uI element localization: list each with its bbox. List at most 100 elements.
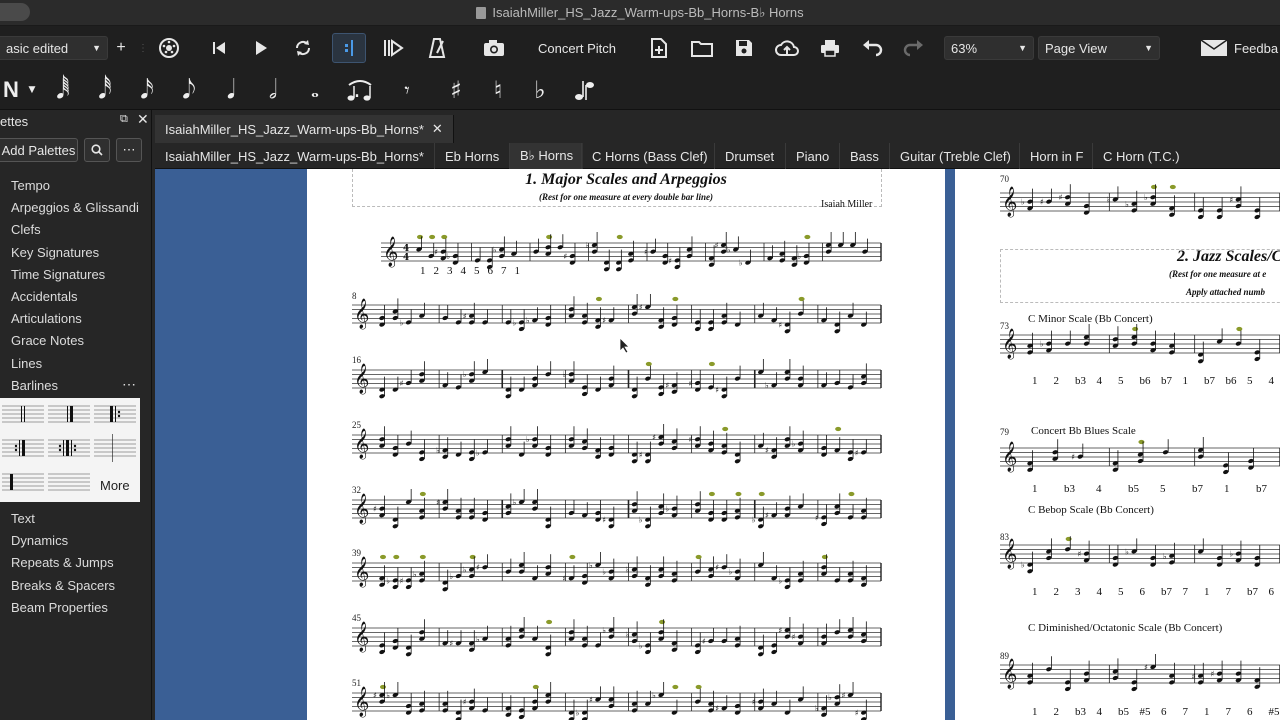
part-tab-eb-horns[interactable]: Eb Horns bbox=[434, 143, 509, 169]
close-icon[interactable]: ✕ bbox=[432, 121, 443, 137]
more-barlines-button[interactable]: More bbox=[100, 478, 130, 493]
part-tab-bass[interactable]: Bass bbox=[839, 143, 889, 169]
score-tab[interactable]: IsaiahMiller_HS_Jazz_Warm-ups-Bb_Horns* ✕ bbox=[155, 115, 454, 143]
16th-note-icon[interactable]: 𝅘𝅥𝅯 bbox=[134, 70, 160, 110]
chevron-down-icon[interactable]: ▼ bbox=[26, 70, 38, 110]
barlines-menu-button[interactable]: ⋯ bbox=[122, 376, 136, 393]
part-tab-bb-horns[interactable]: B♭ Horns bbox=[509, 143, 584, 169]
palette-text[interactable]: Text bbox=[11, 509, 35, 529]
workspace-select[interactable]: asic edited ▼ bbox=[0, 36, 108, 60]
print-icon[interactable] bbox=[816, 26, 844, 70]
palette-beam-properties[interactable]: Beam Properties bbox=[11, 598, 108, 618]
staff: 𝄞 ♭ ♯ ♯ ♭ ♭ ♭ ♯ bbox=[1000, 184, 1280, 220]
rest-icon[interactable]: 𝄾 bbox=[392, 70, 422, 110]
undo-icon[interactable] bbox=[858, 26, 886, 70]
part-tab-c-horns[interactable]: C Horns (Bass Clef) bbox=[581, 143, 718, 169]
palette-lines[interactable]: Lines bbox=[11, 354, 42, 374]
accidental: ♭ bbox=[463, 370, 467, 379]
scale-degree: b6 bbox=[1139, 375, 1151, 387]
accidental: ♯ bbox=[476, 563, 480, 572]
highlighted-notehead bbox=[722, 426, 729, 432]
rewind-icon[interactable] bbox=[206, 26, 232, 70]
accidental: ♯ bbox=[841, 691, 845, 700]
palette-articulations[interactable]: Articulations bbox=[11, 309, 82, 329]
document-icon bbox=[476, 6, 487, 19]
part-tab-guitar[interactable]: Guitar (Treble Clef) bbox=[889, 143, 1021, 169]
highlighted-notehead bbox=[546, 234, 553, 240]
scale-degree: 4 bbox=[1096, 375, 1103, 387]
scale-degree: b7 bbox=[1247, 586, 1258, 598]
palette-repeats[interactable]: Repeats & Jumps bbox=[11, 553, 114, 573]
part-tab-piano[interactable]: Piano bbox=[785, 143, 839, 169]
flat-icon[interactable]: ♭ bbox=[528, 70, 552, 110]
add-palettes-button[interactable]: Add Palettes bbox=[0, 138, 78, 162]
palette-options-button[interactable]: ⋯ bbox=[116, 138, 142, 162]
time-signature: 4 bbox=[403, 253, 409, 263]
highlighted-notehead bbox=[417, 234, 423, 240]
accidental: ♭ bbox=[1163, 552, 1167, 561]
palette-tempo[interactable]: Tempo bbox=[11, 176, 50, 196]
part-tab-horn-in-f[interactable]: Horn in F bbox=[1019, 143, 1093, 169]
flip-direction-icon[interactable] bbox=[570, 70, 600, 110]
accidental: ♭ bbox=[513, 498, 517, 507]
search-icon[interactable] bbox=[84, 138, 110, 162]
accidental: ♯ bbox=[855, 448, 859, 457]
natural-icon[interactable]: ♮ bbox=[486, 70, 510, 110]
32nd-note-icon[interactable]: 𝅘𝅥𝅰 bbox=[92, 70, 118, 110]
eighth-note-icon[interactable]: 𝅘𝅥𝅮 bbox=[176, 70, 202, 110]
add-workspace-button[interactable]: + bbox=[112, 26, 130, 70]
open-folder-icon[interactable] bbox=[688, 26, 716, 70]
measure-number: 39 bbox=[352, 548, 361, 558]
zoom-select[interactable]: 63% ▼ bbox=[944, 36, 1034, 60]
half-note-icon[interactable]: 𝅗𝅥 bbox=[260, 70, 286, 110]
part-tab-c-horn-tc[interactable]: C Horn (T.C.) bbox=[1092, 143, 1190, 169]
palette-breaks[interactable]: Breaks & Spacers bbox=[11, 576, 115, 596]
palette-dynamics[interactable]: Dynamics bbox=[11, 531, 68, 551]
accidental: ♭ bbox=[626, 565, 630, 574]
palette-key-signatures[interactable]: Key Signatures bbox=[11, 243, 99, 263]
close-icon[interactable]: ✕ bbox=[137, 111, 149, 128]
64th-note-icon[interactable]: 𝅘𝅥𝅱 bbox=[50, 70, 76, 110]
sharp-icon[interactable]: ♯ bbox=[444, 70, 468, 110]
scale-degree: 6 bbox=[1139, 586, 1146, 598]
camera-icon[interactable] bbox=[480, 26, 508, 70]
tie-icon[interactable] bbox=[340, 70, 380, 110]
undock-icon[interactable]: ⧉ bbox=[120, 113, 128, 126]
save-icon[interactable] bbox=[730, 26, 758, 70]
accidental: ♯ bbox=[589, 695, 593, 704]
cloud-upload-icon[interactable] bbox=[772, 26, 802, 70]
music-staves[interactable]: 𝄞 ♭ ♯ ♯ ♭ ♭♭ ♯𝄞 ♭𝄞 ♯𝄞 ♭♯ ♭ ♭ ♭𝄞 ♯♯ ♯ bbox=[955, 169, 1280, 720]
palette-grace-notes[interactable]: Grace Notes bbox=[11, 331, 84, 351]
score-page-2[interactable]: 70 2. Jazz Scales/C (Rest for one measur… bbox=[955, 169, 1280, 720]
play-icon[interactable] bbox=[248, 26, 274, 70]
palette-accidentals[interactable]: Accidentals bbox=[11, 287, 77, 307]
feedback-button[interactable]: Feedba bbox=[1200, 26, 1280, 70]
playback-panel-button[interactable] bbox=[332, 33, 366, 63]
palette-barlines[interactable]: Barlines bbox=[11, 376, 58, 396]
accidental: ♯ bbox=[400, 379, 404, 388]
window-control[interactable] bbox=[0, 3, 30, 21]
part-tab-score[interactable]: IsaiahMiller_HS_Jazz_Warm-ups-Bb_Horns* bbox=[155, 143, 434, 169]
palette-arpeggios[interactable]: Arpeggios & Glissandi bbox=[11, 198, 139, 218]
mixer-dial-icon[interactable] bbox=[156, 26, 182, 70]
palette-clefs[interactable]: Clefs bbox=[11, 220, 41, 240]
new-score-icon[interactable] bbox=[646, 26, 672, 70]
concert-pitch-toggle[interactable]: Concert Pitch bbox=[532, 26, 622, 70]
palette-time-signatures[interactable]: Time Signatures bbox=[11, 265, 105, 285]
play-panel-icon[interactable] bbox=[380, 26, 406, 70]
part-tab-drumset[interactable]: Drumset bbox=[714, 143, 784, 169]
scale-degree: 4 bbox=[1096, 586, 1103, 598]
whole-note-icon[interactable]: 𝅝 bbox=[302, 70, 328, 110]
metronome-icon[interactable] bbox=[424, 26, 450, 70]
score-canvas[interactable]: 1. Major Scales and Arpeggios (Rest for … bbox=[155, 169, 1280, 720]
note-input-mode-button[interactable]: N bbox=[0, 70, 22, 110]
quarter-note-icon[interactable]: 𝅘𝅥 bbox=[218, 70, 244, 110]
accidental: ♭ bbox=[1106, 195, 1110, 204]
redo-icon[interactable] bbox=[900, 26, 928, 70]
loop-icon[interactable] bbox=[290, 26, 316, 70]
scale-degree: b3 bbox=[1064, 483, 1075, 495]
accidental: ♯ bbox=[639, 451, 643, 460]
score-page-1[interactable]: 1. Major Scales and Arpeggios (Rest for … bbox=[307, 169, 945, 720]
music-staves[interactable]: 𝄞 4 4 ♯ ♭ ♭ ♯ ♭ ♯ ♯ ♯ ♭ ♭ ♭ 𝄞 ♭ ♯ ♭ ♭ ♯ ♯ ♯ 𝄞 ♯ ♭ ♭ ♯ ♯ ♯ ♭ 𝄞 ♭ ♭ ♭ ♯ ♯ ♯ ♯ ♭ ♯… bbox=[307, 169, 945, 720]
view-mode-select[interactable]: Page View ▼ bbox=[1038, 36, 1160, 60]
